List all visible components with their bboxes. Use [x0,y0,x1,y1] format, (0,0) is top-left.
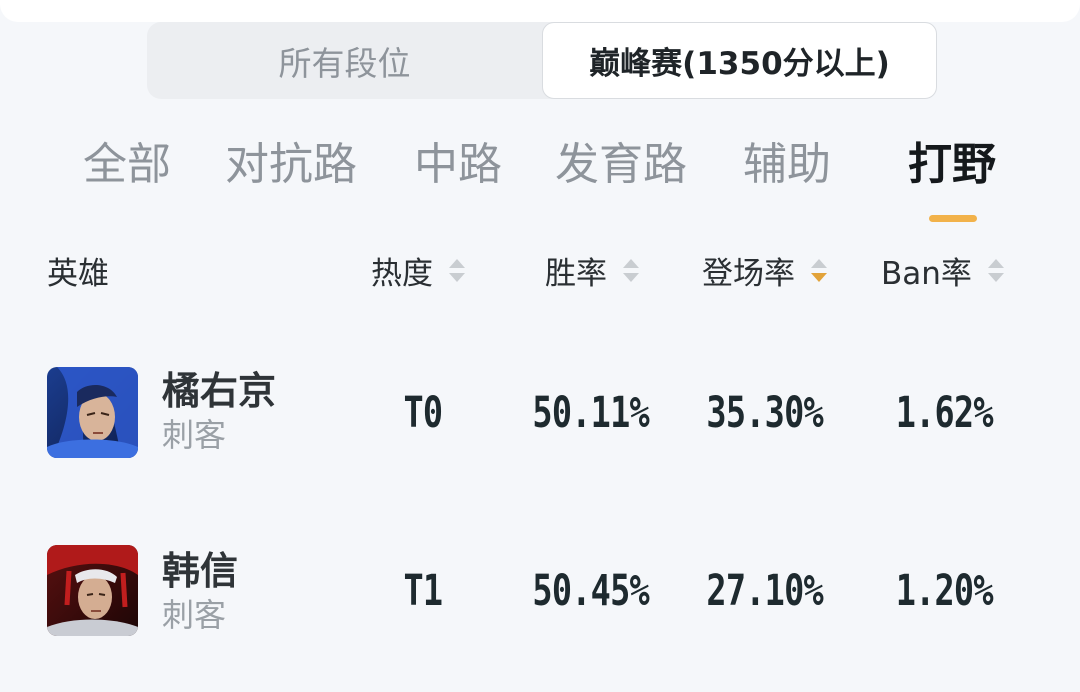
sort-up-icon [811,258,827,268]
sort-up-icon [449,258,465,268]
hero-name: 橘右京 [162,369,277,413]
hero-win-rate: 50.11% [532,388,649,438]
sort-down-icon [449,272,465,282]
hero-avatar[interactable] [47,367,138,458]
hero-role: 刺客 [162,596,227,634]
sort-icon[interactable] [449,258,465,282]
column-header-ban-rate[interactable]: Ban率 [881,248,1004,292]
column-header-win-rate-label: 胜率 [545,255,607,292]
top-sheet-edge [0,0,1080,22]
tab-top-lane[interactable]: 对抗路 [225,128,357,192]
hero-role: 刺客 [162,416,227,454]
column-header-heat-label: 热度 [371,255,433,292]
hero-tier: T1 [403,566,443,616]
tab-jungle[interactable]: 打野 [908,128,996,192]
hero-name: 韩信 [162,549,239,593]
hero-avatar[interactable] [47,545,138,636]
column-header-hero-label: 英雄 [47,255,109,292]
column-header-hero: 英雄 [47,248,109,292]
hero-ban-rate: 1.20% [895,566,994,616]
tab-all[interactable]: 全部 [83,128,171,192]
column-header-ban-rate-label: Ban率 [881,255,972,292]
column-header-heat[interactable]: 热度 [371,248,465,292]
hero-pick-rate: 35.30% [706,388,823,438]
rank-option-all[interactable]: 所有段位 [147,22,542,99]
hero-pick-rate: 27.10% [706,566,823,616]
hero-ban-rate: 1.62% [895,388,994,438]
table-row[interactable]: 韩信 刺客 T1 50.45% 27.10% 1.20% [0,518,1080,668]
tab-support[interactable]: 辅助 [743,128,831,192]
sort-icon[interactable] [623,258,639,282]
column-header-win-rate[interactable]: 胜率 [545,248,639,292]
column-header-pick-rate[interactable]: 登场率 [702,248,827,292]
sort-down-icon [987,272,1004,282]
active-tab-indicator [929,215,977,222]
table-row[interactable]: 橘右京 刺客 T0 50.11% 35.30% 1.62% [0,340,1080,490]
rank-filter: 所有段位 巅峰赛(1350分以上) [147,22,937,99]
sort-down-icon-active [811,272,827,282]
sort-up-icon [623,258,639,268]
column-header-pick-rate-label: 登场率 [702,255,795,292]
sort-icon[interactable] [811,258,827,282]
sort-up-icon [987,258,1004,268]
tab-mid-lane[interactable]: 中路 [414,128,502,192]
hero-win-rate: 50.45% [532,566,649,616]
sort-icon[interactable] [987,258,1004,282]
hero-stats-page: 所有段位 巅峰赛(1350分以上) 全部 对抗路 中路 发育路 辅助 打野 英雄… [0,0,1080,692]
tab-bot-lane[interactable]: 发育路 [555,128,687,192]
hero-tier: T0 [403,388,443,438]
rank-option-peak[interactable]: 巅峰赛(1350分以上) [542,22,937,99]
sort-down-icon [623,272,639,282]
